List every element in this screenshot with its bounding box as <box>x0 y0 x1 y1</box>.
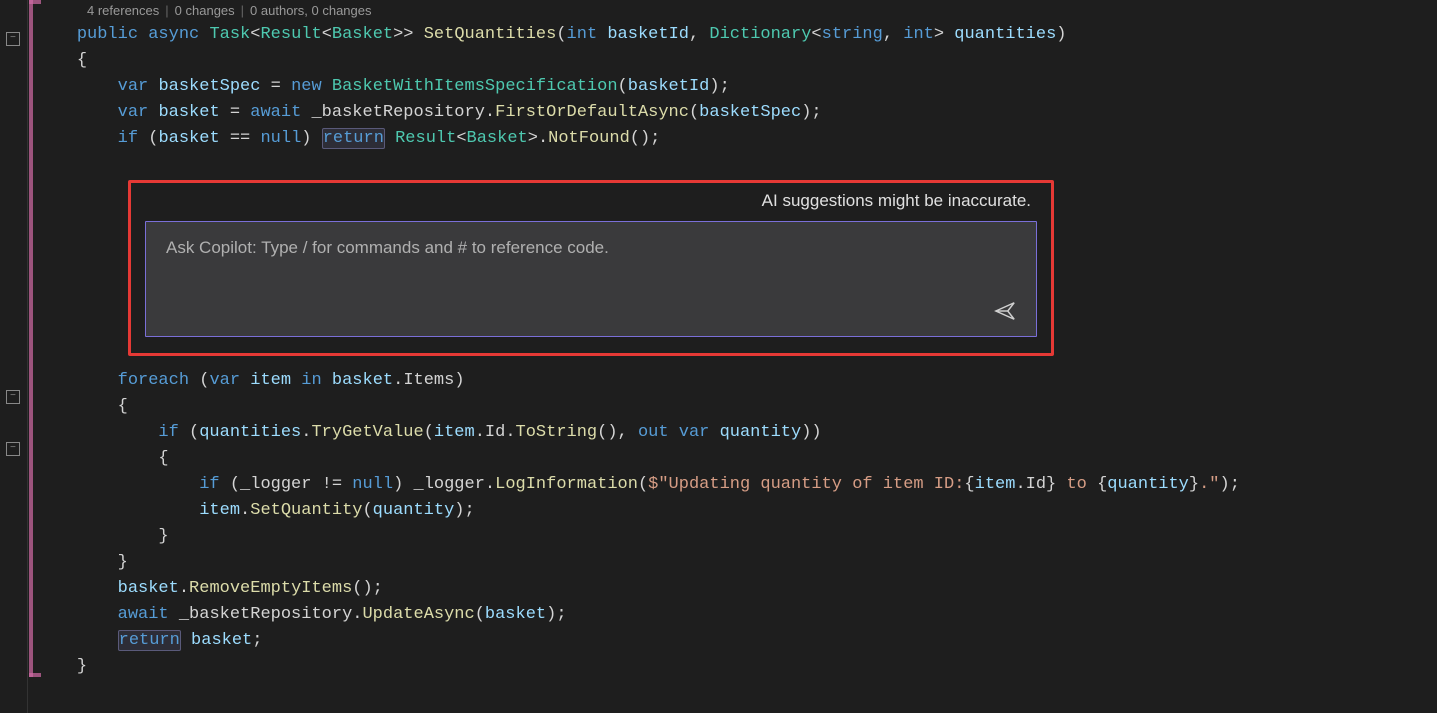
codelens-references[interactable]: 4 references <box>87 3 159 18</box>
copilot-warning: AI suggestions might be inaccurate. <box>145 191 1037 211</box>
code-line[interactable]: { <box>36 48 1437 74</box>
send-icon[interactable] <box>994 300 1016 322</box>
code-line[interactable]: return basket; <box>36 628 1437 654</box>
copilot-placeholder: Ask Copilot: Type / for commands and # t… <box>166 238 1016 258</box>
code-line[interactable]: { <box>36 394 1437 420</box>
codelens[interactable]: 4 references|0 changes|0 authors, 0 chan… <box>36 0 1437 22</box>
code-line[interactable]: item.SetQuantity(quantity); <box>36 498 1437 524</box>
code-editor: − − − 4 references|0 changes|0 authors, … <box>0 0 1437 713</box>
code-area[interactable]: 4 references|0 changes|0 authors, 0 chan… <box>28 0 1437 713</box>
code-line[interactable]: var basket = await _basketRepository.Fir… <box>36 100 1437 126</box>
code-line[interactable]: } <box>36 550 1437 576</box>
code-line[interactable]: foreach (var item in basket.Items) <box>36 368 1437 394</box>
code-line[interactable]: if (quantities.TryGetValue(item.Id.ToStr… <box>36 420 1437 446</box>
codelens-changes[interactable]: 0 changes <box>175 3 235 18</box>
code-line[interactable]: } <box>36 654 1437 680</box>
code-line[interactable]: var basketSpec = new BasketWithItemsSpec… <box>36 74 1437 100</box>
code-line[interactable]: if (basket == null) return Result<Basket… <box>36 126 1437 152</box>
codelens-changes2[interactable]: 0 changes <box>312 3 372 18</box>
codelens-authors[interactable]: 0 authors, <box>250 3 308 18</box>
fold-toggle[interactable]: − <box>6 390 20 404</box>
block-indicator <box>29 0 33 677</box>
copilot-panel: AI suggestions might be inaccurate. Ask … <box>128 180 1054 356</box>
fold-toggle[interactable]: − <box>6 442 20 456</box>
block-indicator-top <box>29 0 41 4</box>
code-line[interactable]: public async Task<Result<Basket>> SetQua… <box>36 22 1437 48</box>
code-line[interactable]: if (_logger != null) _logger.LogInformat… <box>36 472 1437 498</box>
code-line[interactable]: { <box>36 446 1437 472</box>
code-line[interactable]: basket.RemoveEmptyItems(); <box>36 576 1437 602</box>
code-line[interactable]: await _basketRepository.UpdateAsync(bask… <box>36 602 1437 628</box>
gutter: − − − <box>0 0 28 713</box>
code-line[interactable] <box>36 342 1437 368</box>
copilot-input-box[interactable]: Ask Copilot: Type / for commands and # t… <box>145 221 1037 337</box>
fold-toggle[interactable]: − <box>6 32 20 46</box>
code-line[interactable]: } <box>36 524 1437 550</box>
